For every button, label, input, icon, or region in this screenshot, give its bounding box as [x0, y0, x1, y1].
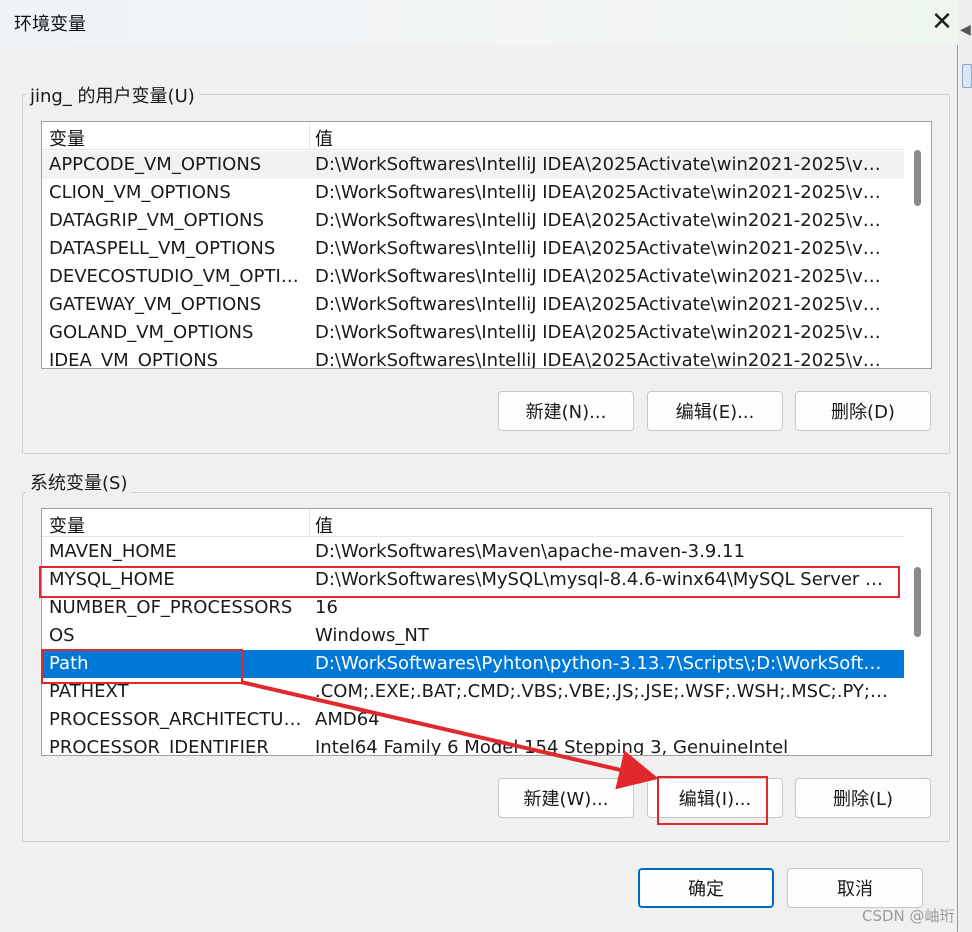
watermark: CSDN @岫珩	[862, 907, 955, 925]
arrow-annotation-icon	[240, 680, 659, 790]
